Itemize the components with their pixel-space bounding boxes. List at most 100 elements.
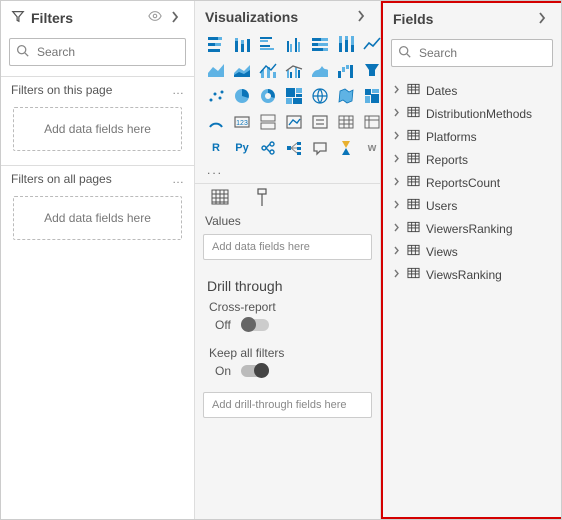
field-table-label: ViewsRanking [426, 268, 502, 282]
viz-title: Visualizations [205, 9, 298, 25]
viz-paginated-icon[interactable] [335, 137, 357, 159]
chevron-right-icon [393, 246, 401, 258]
table-icon [407, 129, 420, 144]
viz-gauge-icon[interactable] [205, 111, 227, 133]
viz-line-clustered-icon[interactable] [283, 59, 305, 81]
field-table-views[interactable]: Views [387, 240, 557, 263]
viz-py-visual-icon[interactable]: Py [231, 137, 253, 159]
viz-word-icon[interactable]: w [361, 137, 383, 159]
viz-line-icon[interactable] [361, 33, 383, 55]
svg-text:123: 123 [236, 120, 248, 127]
viz-donut-icon[interactable] [257, 85, 279, 107]
field-table-distributionmethods[interactable]: DistributionMethods [387, 102, 557, 125]
viz-100-stacked-column-icon[interactable] [335, 33, 357, 55]
filters-page-dropzone[interactable]: Add data fields here [13, 107, 182, 151]
format-well-icon[interactable] [251, 186, 273, 208]
viz-scatter-icon[interactable] [205, 85, 227, 107]
viz-stacked-column-icon[interactable] [231, 33, 253, 55]
field-table-dates[interactable]: Dates [387, 79, 557, 102]
fields-search-input[interactable] [417, 45, 562, 61]
filters-all-section: Filters on all pages … [1, 166, 194, 190]
chevron-right-icon [393, 85, 401, 97]
filters-page-label: Filters on this page [11, 83, 112, 97]
filters-all-dropzone[interactable]: Add data fields here [13, 196, 182, 240]
viz-area-icon[interactable] [205, 59, 227, 81]
viz-filled-map-icon[interactable] [335, 85, 357, 107]
table-icon [407, 267, 420, 282]
chevron-right-icon [393, 177, 401, 189]
collapse-fields-icon[interactable] [533, 11, 551, 27]
viz-multi-row-card-icon[interactable] [257, 111, 279, 133]
chevron-right-icon [393, 108, 401, 120]
field-table-viewsranking[interactable]: ViewsRanking [387, 263, 557, 286]
preview-icon[interactable] [144, 10, 166, 25]
field-table-label: ViewersRanking [426, 222, 513, 236]
fields-title: Fields [393, 11, 433, 27]
field-table-platforms[interactable]: Platforms [387, 125, 557, 148]
field-table-reports[interactable]: Reports [387, 148, 557, 171]
keep-filters-value: On [215, 364, 231, 378]
viz-clustered-bar-icon[interactable] [257, 33, 279, 55]
viz-funnel-icon[interactable] [361, 59, 383, 81]
fields-well-icon[interactable] [209, 186, 231, 208]
keep-filters-toggle[interactable] [241, 365, 269, 377]
filters-search-input[interactable] [35, 44, 194, 60]
viz-matrix-icon[interactable] [361, 111, 383, 133]
viz-decomp-tree-icon[interactable] [283, 137, 305, 159]
viz-map-icon[interactable] [309, 85, 331, 107]
viz-more-button[interactable]: ... [195, 163, 380, 183]
field-table-label: Views [426, 245, 458, 259]
table-icon [407, 221, 420, 236]
cross-report-toggle[interactable] [241, 319, 269, 331]
viz-stacked-bar-icon[interactable] [205, 33, 227, 55]
table-icon [407, 175, 420, 190]
viz-key-influencers-icon[interactable] [257, 137, 279, 159]
chevron-right-icon [393, 131, 401, 143]
table-icon [407, 106, 420, 121]
cross-report-label: Cross-report [195, 296, 380, 316]
collapse-filters-icon[interactable] [166, 10, 184, 26]
field-table-reportscount[interactable]: ReportsCount [387, 171, 557, 194]
collapse-viz-icon[interactable] [352, 9, 370, 25]
viz-treemap-icon[interactable] [283, 85, 305, 107]
table-icon [407, 83, 420, 98]
viz-ribbon-icon[interactable] [309, 59, 331, 81]
viz-pie-icon[interactable] [231, 85, 253, 107]
chevron-right-icon [393, 223, 401, 235]
filters-search[interactable] [9, 38, 186, 66]
viz-slicer-icon[interactable] [309, 111, 331, 133]
field-table-users[interactable]: Users [387, 194, 557, 217]
table-icon [407, 152, 420, 167]
viz-qa-icon[interactable] [309, 137, 331, 159]
chevron-right-icon [393, 269, 401, 281]
filters-header: Filters [1, 1, 194, 34]
values-dropzone[interactable]: Add data fields here [203, 234, 372, 260]
viz-r-visual-icon[interactable]: R [205, 137, 227, 159]
field-table-label: DistributionMethods [426, 107, 532, 121]
cross-report-toggle-row: Off [195, 316, 380, 342]
drill-through-dropzone[interactable]: Add drill-through fields here [203, 392, 372, 418]
search-icon [398, 45, 411, 61]
filters-all-more-icon[interactable]: … [172, 172, 184, 186]
filters-page-section: Filters on this page … [1, 77, 194, 101]
viz-100-stacked-bar-icon[interactable] [309, 33, 331, 55]
viz-card-icon[interactable]: 123 [231, 111, 253, 133]
viz-clustered-column-icon[interactable] [283, 33, 305, 55]
visualizations-pane: Visualizations 123RPyw ... Values Add da… [195, 1, 381, 519]
field-table-viewersranking[interactable]: ViewersRanking [387, 217, 557, 240]
fields-pane: Fields Dates DistributionMethods Platforms… [381, 1, 561, 519]
viz-line-column-icon[interactable] [257, 59, 279, 81]
viz-stacked-area-icon[interactable] [231, 59, 253, 81]
field-table-label: Dates [426, 84, 457, 98]
table-icon [407, 244, 420, 259]
cross-report-value: Off [215, 318, 231, 332]
drill-through-title: Drill through [195, 270, 380, 296]
filters-page-more-icon[interactable]: … [172, 83, 184, 97]
viz-shape-map-icon[interactable] [361, 85, 383, 107]
fields-table-list: DatesDistributionMethodsPlatformsReports… [383, 77, 561, 288]
fields-search[interactable] [391, 39, 553, 67]
viz-waterfall-icon[interactable] [335, 59, 357, 81]
table-icon [407, 198, 420, 213]
viz-table-icon[interactable] [335, 111, 357, 133]
viz-kpi-icon[interactable] [283, 111, 305, 133]
